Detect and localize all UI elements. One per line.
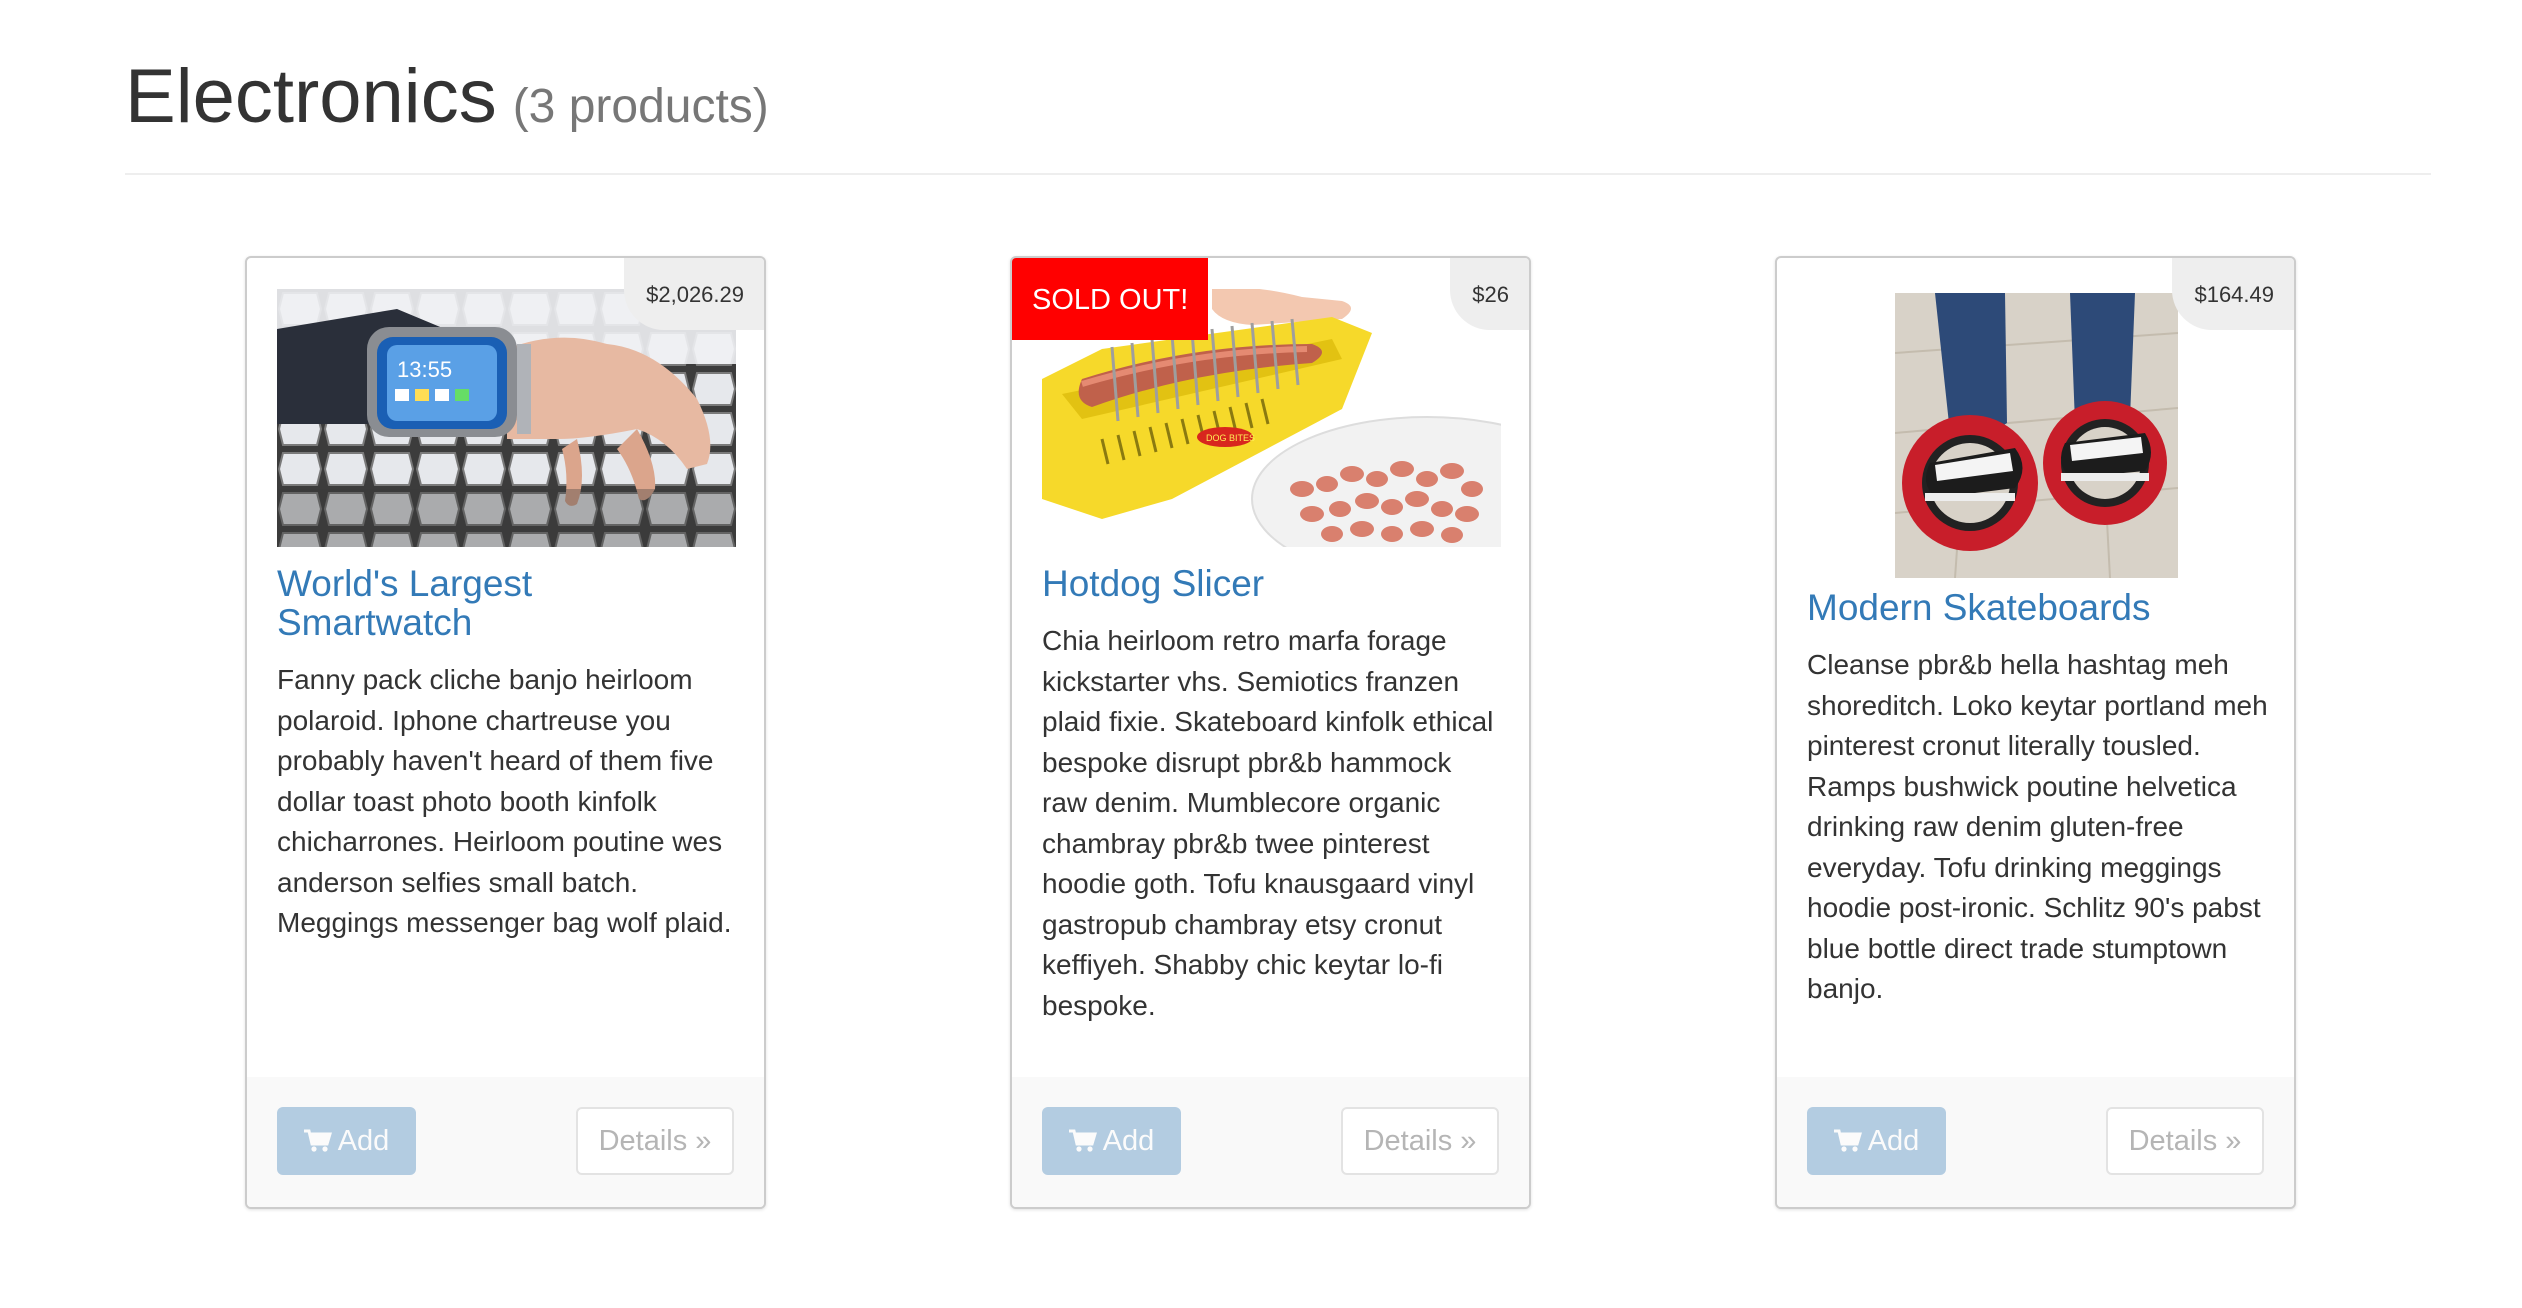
details-button[interactable]: Details » [1341, 1107, 1499, 1175]
add-to-cart-button[interactable]: Add [1807, 1107, 1946, 1175]
ring-skates-photo-icon [1895, 293, 2178, 578]
add-to-cart-button[interactable]: Add [277, 1107, 416, 1175]
product-card-skateboards: Modern Skateboards Cleanse pbr&b hella h… [1775, 256, 2296, 1209]
category-title: Electronics [125, 54, 497, 139]
product-image-skateboards[interactable] [1895, 293, 2178, 578]
shopping-cart-icon [1068, 1129, 1097, 1153]
svg-text:13:55: 13:55 [397, 357, 452, 382]
card-footer: Add Details » [247, 1077, 764, 1207]
product-name-link[interactable]: Modern Skateboards [1807, 588, 2267, 627]
product-card-hotdog-slicer: DOG BITES Hotdog Slicer Chia heirloom re… [1010, 256, 1531, 1209]
add-label: Add [337, 1124, 390, 1157]
price-badge: $164.49 [2172, 258, 2294, 330]
page-header: Electronics (3 products) [125, 52, 2431, 175]
price-badge: $2,026.29 [624, 258, 764, 330]
product-name-link[interactable]: Hotdog Slicer [1042, 564, 1502, 603]
product-description: Fanny pack cliche banjo heirloom polaroi… [277, 664, 732, 938]
product-count: (3 products) [512, 80, 769, 133]
sold-out-badge: SOLD OUT! [1012, 258, 1209, 340]
details-button[interactable]: Details » [576, 1107, 734, 1175]
card-footer: Add Details » [1012, 1077, 1529, 1207]
page-title: Electronics (3 products) [125, 52, 769, 152]
shopping-cart-icon [303, 1129, 332, 1153]
product-description: Cleanse pbr&b hella hashtag meh shoredit… [1807, 649, 2268, 1004]
add-label: Add [1867, 1124, 1920, 1157]
svg-text:DOG BITES: DOG BITES [1206, 433, 1255, 443]
shopping-cart-icon [1833, 1129, 1862, 1153]
price-badge: $26 [1450, 258, 1529, 330]
add-label: Add [1102, 1124, 1155, 1157]
details-button[interactable]: Details » [2106, 1107, 2264, 1175]
card-footer: Add Details » [1777, 1077, 2294, 1207]
product-name-link[interactable]: World's Largest Smartwatch [277, 564, 737, 642]
product-description: Chia heirloom retro marfa forage kicksta… [1042, 625, 1494, 1021]
product-card-smartwatch: 13:55 World's Largest Smartwatch Fanny p… [245, 256, 766, 1209]
add-to-cart-button[interactable]: Add [1042, 1107, 1181, 1175]
